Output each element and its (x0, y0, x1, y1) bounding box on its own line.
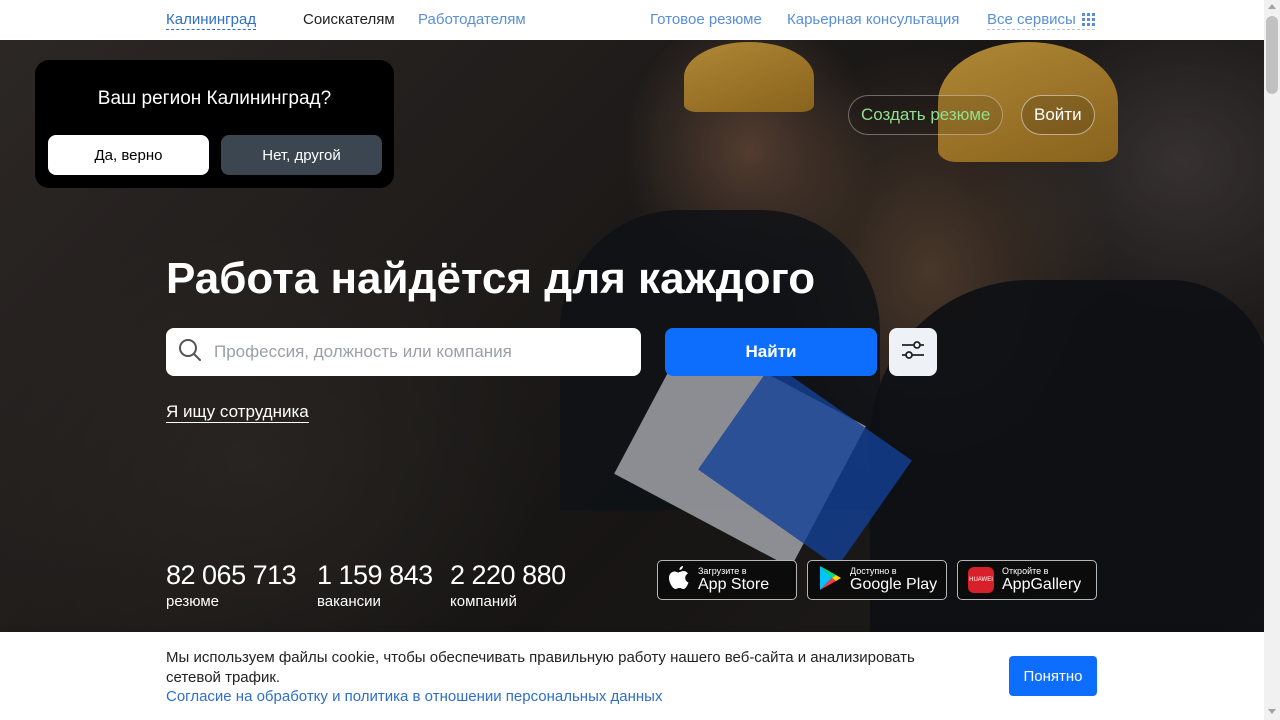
region-question: Ваш регион Калининград? (97, 88, 332, 109)
region-change-button[interactable]: Нет, другой (221, 135, 382, 175)
nav-all-services[interactable]: Все сервисы (987, 11, 1095, 30)
store-big-label: App Store (698, 576, 770, 593)
google-play-badge[interactable]: Доступно в Google Play (807, 560, 947, 600)
top-navigation: Калининград Соискателям Работодателям Го… (0, 0, 1264, 40)
city-selector[interactable]: Калининград (166, 11, 257, 30)
stat-label: вакансии (317, 593, 381, 610)
stat-companies: 2 220 880 компаний (450, 560, 566, 610)
store-small-label: Загрузите в (698, 566, 747, 576)
nav-employers[interactable]: Работодателям (418, 11, 526, 28)
huawei-icon: HUAWEI (968, 567, 994, 593)
apple-icon (668, 565, 690, 596)
stat-value: 82 065 713 (166, 560, 297, 590)
login-button[interactable]: Войти (1021, 95, 1095, 135)
store-big-label: AppGallery (1002, 576, 1082, 593)
region-confirm-button[interactable]: Да, верно (48, 135, 209, 175)
search-input[interactable] (214, 342, 614, 362)
scroll-thumb[interactable] (1266, 16, 1278, 94)
nav-seekers[interactable]: Соискателям (303, 11, 395, 28)
nav-career-consultation[interactable]: Карьерная консультация (787, 11, 959, 28)
nav-ready-resume[interactable]: Готовое резюме (650, 11, 762, 28)
scroll-down-arrow-icon[interactable] (1268, 709, 1276, 714)
employer-link[interactable]: Я ищу сотрудника (166, 402, 309, 423)
stat-label: резюме (166, 593, 219, 610)
google-play-icon (818, 565, 842, 596)
find-button[interactable]: Найти (665, 328, 877, 376)
cookie-text: Мы используем файлы cookie, чтобы обеспе… (166, 649, 915, 686)
advanced-search-button[interactable] (889, 328, 937, 376)
store-small-label: Откройте в (1002, 566, 1049, 576)
stat-value: 2 220 880 (450, 560, 566, 590)
store-big-label: Google Play (850, 576, 938, 593)
privacy-policy-link[interactable]: Согласие на обработку и политика в отнош… (166, 688, 662, 705)
store-small-label: Доступно в (850, 566, 897, 576)
app-store-badge[interactable]: Загрузите в App Store (657, 560, 797, 600)
search-icon (178, 338, 202, 367)
appgallery-badge[interactable]: HUAWEI Откройте в AppGallery (957, 560, 1097, 600)
cookie-accept-button[interactable]: Понятно (1009, 656, 1097, 696)
hero-headline: Работа найдётся для каждого (166, 254, 816, 303)
stat-vacancies: 1 159 843 вакансии (317, 560, 433, 610)
stat-label: компаний (450, 593, 517, 610)
stat-value: 1 159 843 (317, 560, 433, 590)
nav-all-services-label: Все сервисы (987, 11, 1076, 28)
filter-sliders-icon (901, 340, 925, 365)
scroll-up-arrow-icon[interactable] (1268, 4, 1276, 9)
create-resume-button[interactable]: Создать резюме (848, 95, 1004, 135)
search-box[interactable] (166, 328, 641, 376)
cookie-banner: Мы используем файлы cookie, чтобы обеспе… (0, 632, 1264, 720)
grid-icon (1081, 13, 1095, 26)
stat-resumes: 82 065 713 резюме (166, 560, 297, 610)
region-confirm-popup: Ваш регион Калининград? Да, верно Нет, д… (35, 60, 394, 188)
page-scrollbar[interactable] (1264, 0, 1280, 720)
